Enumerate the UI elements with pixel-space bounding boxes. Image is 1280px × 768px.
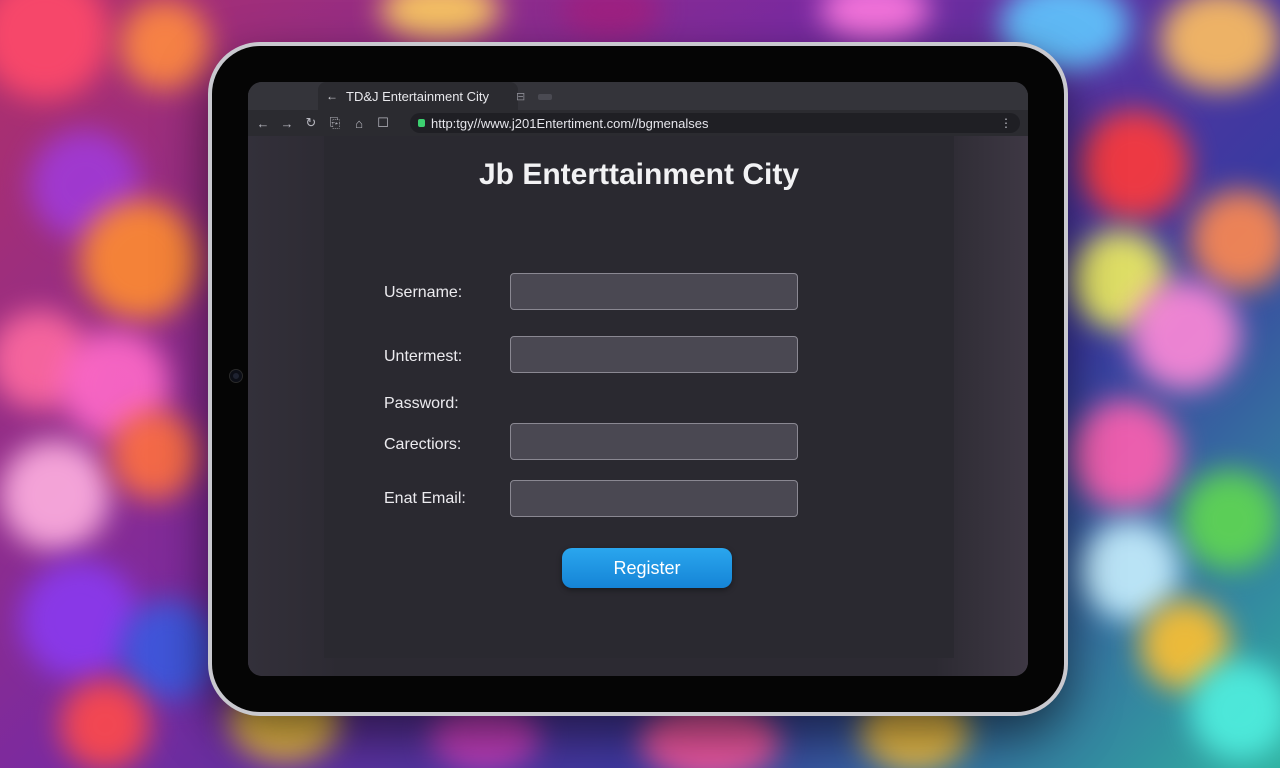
page-viewport: Jb Enterttainment City Username: Unterme… [248, 136, 1028, 676]
tab-title: TD&J Entertainment City [346, 88, 490, 104]
forward-icon[interactable]: → [280, 116, 294, 131]
tablet-device: ← TD&J Entertainment City ⊟ ← → ↻ ⎘ ⌂ ☐ … [208, 42, 1068, 716]
back-arrow-icon: ← [326, 89, 338, 103]
reload-icon[interactable]: ↻ [304, 115, 318, 131]
tab-strip: ← TD&J Entertainment City ⊟ [248, 82, 1028, 110]
carectiors-label: Carectiors: [384, 436, 462, 453]
menu-dots-icon[interactable]: ⋮ [1000, 116, 1012, 130]
registration-page: Jb Enterttainment City Username: Unterme… [324, 136, 954, 658]
page-title: Jb Enterttainment City [478, 158, 800, 191]
url-bar[interactable]: http:tgy//www.j201Entertiment.com//bgmen… [410, 113, 1020, 133]
camera-icon [230, 370, 242, 382]
extension-icon[interactable]: ⎘ [328, 115, 342, 131]
browser-tab[interactable]: ← TD&J Entertainment City [318, 82, 518, 110]
register-button[interactable]: Register [562, 548, 732, 588]
username-field[interactable] [510, 273, 798, 310]
back-icon[interactable]: ← [256, 116, 270, 131]
carectiors-field[interactable] [510, 423, 798, 460]
clipboard-icon[interactable]: ☐ [376, 115, 390, 131]
untermest-label: Untermest: [384, 348, 463, 365]
tab-list-icon[interactable]: ⊟ [516, 90, 525, 103]
url-text: http:tgy//www.j201Entertiment.com//bgmen… [431, 115, 709, 131]
username-label: Username: [384, 284, 463, 301]
tablet-bezel: ← TD&J Entertainment City ⊟ ← → ↻ ⎘ ⌂ ☐ … [212, 46, 1064, 712]
password-label: Password: [384, 395, 459, 412]
browser-window: ← TD&J Entertainment City ⊟ ← → ↻ ⎘ ⌂ ☐ … [248, 82, 1028, 676]
home-icon[interactable]: ⌂ [352, 116, 366, 131]
email-label: Enat Email: [384, 490, 466, 507]
address-toolbar: ← → ↻ ⎘ ⌂ ☐ http:tgy//www.j201Entertimen… [248, 110, 1028, 136]
lock-icon [418, 119, 425, 127]
untermest-field[interactable] [510, 336, 798, 373]
email-field[interactable] [510, 480, 798, 517]
new-tab-icon[interactable] [538, 94, 552, 100]
